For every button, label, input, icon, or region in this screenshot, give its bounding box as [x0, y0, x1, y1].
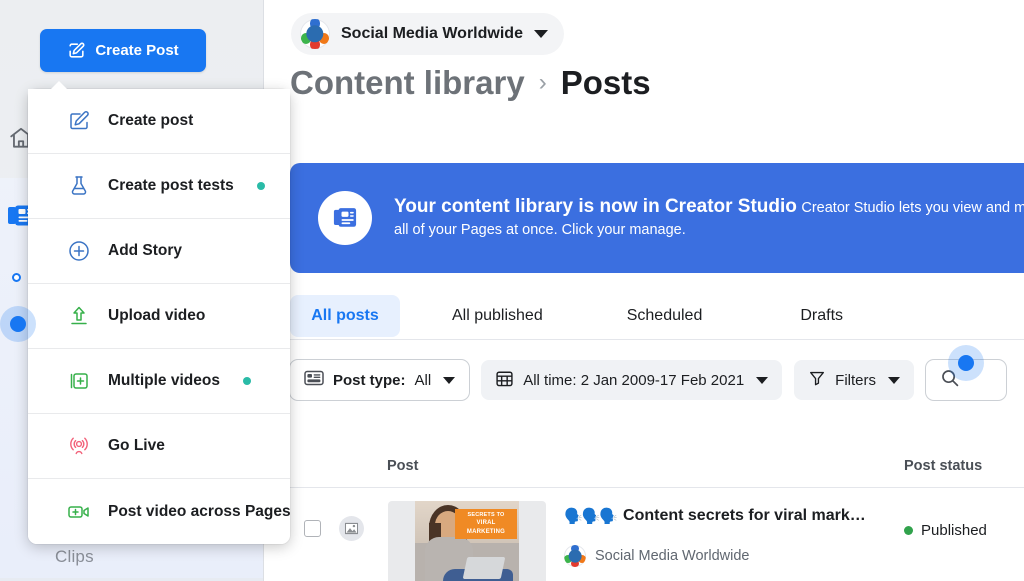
tab-label: All posts: [311, 307, 379, 324]
post-type-value: All: [414, 371, 432, 389]
menu-item-label: Go Live: [108, 437, 165, 454]
column-header-post-status: Post status: [904, 458, 983, 474]
menu-item-label: Create post tests: [108, 177, 234, 194]
breadcrumb: Content library › Posts: [290, 64, 651, 102]
menu-item-label: Add Story: [108, 242, 183, 259]
menu-item-label: Upload video: [108, 307, 206, 324]
post-title-emoji: 🗣️🗣️🗣️: [564, 508, 618, 525]
chevron-down-icon: [443, 376, 456, 384]
menu-item-go-live[interactable]: Go Live: [28, 414, 290, 479]
tab-all-posts[interactable]: All posts: [290, 295, 400, 337]
nav-indicator-dot: [12, 273, 21, 282]
filter-bar: Post type: All All time: 2 Jan 2009-17 F…: [264, 352, 1024, 408]
thumb-line-2: VIRAL: [476, 520, 496, 527]
main-content: Social Media Worldwide Content library ›…: [264, 0, 1024, 581]
post-type-label: Post type:: [333, 371, 406, 389]
page-avatar: [300, 19, 330, 49]
clips-label: Clips: [55, 547, 94, 566]
flask-icon: [66, 173, 92, 199]
thumb-line-1: SECRETS TO: [467, 512, 505, 518]
funnel-icon: [808, 369, 826, 391]
creator-studio-icon: [318, 191, 372, 245]
search-input[interactable]: [926, 360, 1007, 400]
chevron-down-icon: [888, 376, 901, 384]
plus-circle-icon: [66, 238, 92, 264]
status-badge: Published: [904, 522, 987, 539]
thumbnail-text-overlay: SECRETS TO VIRAL MARKETING: [455, 509, 517, 539]
menu-item-add-story[interactable]: Add Story: [28, 219, 290, 284]
menu-item-create-post[interactable]: Create post: [28, 89, 290, 154]
menu-item-label: Create post: [108, 112, 194, 129]
post-title[interactable]: 🗣️🗣️🗣️ Content secrets for viral mark…: [564, 507, 894, 525]
new-badge-dot: [256, 182, 265, 190]
menu-item-post-video-across-pages[interactable]: Post video across Pages: [28, 479, 291, 544]
compose-icon: [67, 41, 86, 60]
compose-icon: [66, 108, 92, 134]
table-header: Post Post status: [264, 448, 1024, 488]
app-root: Create Post Clips Create post Create pos…: [0, 0, 1024, 581]
post-thumbnail: SECRETS TO VIRAL MARKETING: [388, 501, 546, 581]
multi-video-icon: [66, 368, 92, 394]
calendar-icon: [495, 369, 514, 392]
row-checkbox[interactable]: [304, 520, 321, 537]
video-plus-icon: [66, 499, 92, 525]
date-range-value: All time: 2 Jan 2009-17 Feb 2021: [523, 371, 745, 389]
post-title-text: Content secrets for viral mark…: [623, 507, 866, 524]
create-post-dropdown-menu: Create post Create post tests Add Story: [28, 81, 291, 544]
upload-icon: [66, 303, 92, 329]
page-avatar: [564, 545, 586, 567]
status-label: Published: [921, 522, 987, 539]
banner-title: Your content library is now in Creator S…: [394, 196, 797, 218]
post-page: Social Media Worldwide: [564, 545, 894, 567]
tab-label: Drafts: [800, 307, 844, 324]
post-meta: 🗣️🗣️🗣️ Content secrets for viral mark… S…: [564, 507, 894, 567]
menu-item-create-post-tests[interactable]: Create post tests: [28, 154, 290, 219]
page-selector[interactable]: Social Media Worldwide: [291, 13, 564, 55]
menu-item-multiple-videos[interactable]: Multiple videos: [28, 349, 290, 414]
filters-button[interactable]: Filters: [794, 360, 915, 400]
menu-item-label: Post video across Pages: [108, 502, 291, 520]
breadcrumb-separator: ›: [538, 69, 547, 96]
image-post-icon: [339, 516, 364, 541]
thumb-line-3: MARKETING: [466, 528, 506, 535]
tab-drafts[interactable]: Drafts: [782, 295, 861, 337]
new-badge-dot: [242, 377, 251, 385]
post-type-icon: [304, 369, 324, 391]
post-tabs: All posts All published Scheduled Drafts: [264, 292, 1024, 340]
broadcast-icon: [66, 433, 92, 459]
page-title: Posts: [560, 64, 651, 101]
tab-label: All published: [452, 307, 543, 324]
create-post-button-label: Create Post: [95, 42, 179, 59]
column-header-post: Post: [387, 458, 419, 474]
page-selector-name: Social Media Worldwide: [341, 25, 523, 42]
menu-item-label: Multiple videos: [108, 372, 220, 389]
chevron-down-icon: [756, 376, 769, 384]
banner-body-line2: manage.: [629, 221, 686, 238]
filters-button-label: Filters: [835, 371, 877, 389]
status-dot-icon: [904, 526, 913, 535]
table-row: SECRETS TO VIRAL MARKETING 🗣️🗣️🗣️ Conten…: [264, 489, 1024, 581]
menu-item-upload-video[interactable]: Upload video: [28, 284, 290, 349]
search-icon: [940, 368, 960, 393]
tab-label: Scheduled: [626, 307, 703, 324]
breadcrumb-parent[interactable]: Content library: [290, 64, 525, 102]
chevron-down-icon: [533, 30, 548, 38]
date-range-filter[interactable]: All time: 2 Jan 2009-17 Feb 2021: [481, 360, 783, 400]
tab-all-published[interactable]: All published: [434, 295, 561, 337]
creator-studio-banner: Your content library is now in Creator S…: [290, 163, 1024, 273]
post-type-filter[interactable]: Post type: All: [290, 360, 470, 400]
post-page-name: Social Media Worldwide: [595, 548, 750, 564]
tab-scheduled[interactable]: Scheduled: [609, 295, 721, 337]
create-post-button[interactable]: Create Post: [40, 29, 206, 72]
